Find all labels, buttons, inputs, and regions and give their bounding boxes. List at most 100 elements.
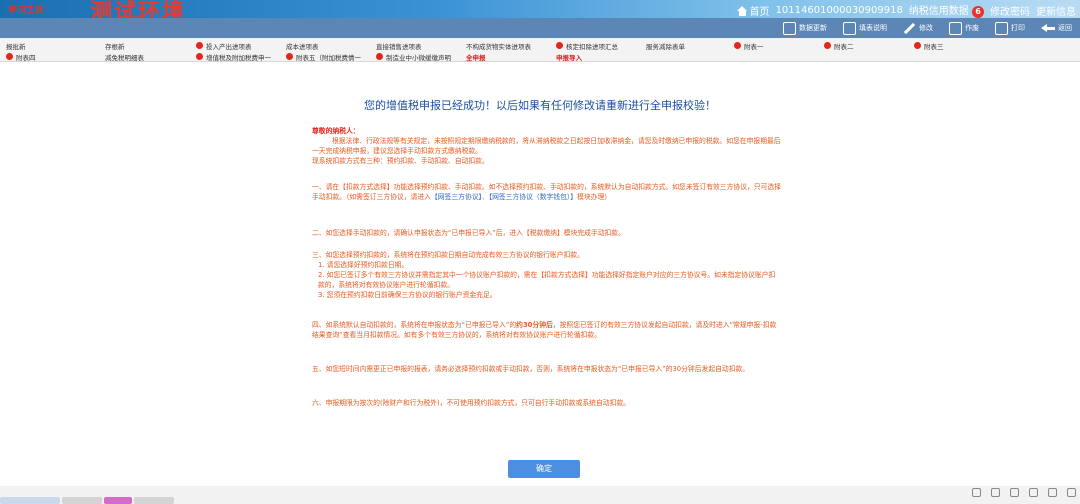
change-password-link[interactable]: 修改密码 (990, 3, 1030, 18)
home-label: 首页 (749, 6, 770, 18)
tab-label: 附表四 (16, 53, 36, 62)
home-link[interactable]: 首页 (736, 3, 770, 18)
taskbar-item[interactable] (62, 497, 102, 504)
fill-instructions-label: 填表说明 (859, 24, 887, 32)
tab-service-deduction[interactable]: 服务减除表单 (646, 40, 685, 51)
document-icon (843, 21, 856, 35)
required-dot-icon (6, 53, 13, 60)
fill-instructions-button[interactable]: 填表说明 (835, 18, 895, 38)
pen-icon (903, 22, 916, 35)
e-sign-agreement-link[interactable]: 【网签三方协议】 (431, 193, 482, 201)
print-button[interactable]: 打印 (987, 18, 1033, 38)
tab-label: 附表二 (834, 42, 854, 51)
tab-label: 附表一 (744, 42, 764, 51)
tab-full-declaration[interactable]: 全申报 (466, 51, 486, 62)
confirm-button[interactable]: 确定 (508, 460, 580, 478)
tab-label: 报批新 (6, 42, 26, 51)
taxpayer-id: 10114601000030909918 (775, 4, 903, 16)
taskbar-item[interactable] (134, 497, 174, 504)
notice-paragraph-4-2: 2. 如您已签订多个有效三方协议并需指定其中一个协议账户扣款的，需在【扣款方式选… (318, 271, 776, 289)
e-sign-agreement-wallet-link[interactable]: 【网签三方协议（数字钱包）】 (489, 193, 577, 201)
brand-small-logo: 学习工具 (8, 6, 45, 16)
home-icon (736, 5, 748, 16)
top-banner: 学习工具 测试环境 首页 10114601000030909918 纳税信用数据… (0, 0, 1080, 25)
toolbar: 数据更新 填表说明 修改 作废 打印 返回 (0, 18, 1080, 38)
tab-schedule-4[interactable]: 附表四 (6, 51, 36, 62)
notification-badge: 6 (972, 6, 984, 18)
notice-paragraph-4-3: 3. 您须在预约扣款日前确保三方协议的银行账户资金充足。 (318, 291, 497, 299)
required-dot-icon (376, 53, 383, 60)
tab-cost-input[interactable]: 成本进项表 (286, 40, 319, 51)
tab-schedule-3[interactable]: 附表三 (914, 40, 944, 51)
notice-paragraph-2-sep: 、 (481, 193, 489, 201)
refresh-icon (783, 21, 796, 35)
tray-volume-icon[interactable] (1029, 487, 1038, 497)
tab-label: 直接销售进项表 (376, 42, 422, 51)
form-tab-grid: 报批新 存根新 投入产出进项表 成本进项表 直接销售进项表 不构成货物实体进项表… (0, 38, 1080, 62)
required-dot-icon (196, 53, 203, 60)
taskbar-item[interactable] (104, 497, 132, 504)
tab-label: 成本进项表 (286, 42, 319, 51)
void-button[interactable]: 作废 (941, 18, 987, 38)
tray-screen-icon[interactable] (991, 487, 1000, 497)
tab-label: 增值税及附加税费申一 (206, 53, 271, 62)
tab-schedule-2[interactable]: 附表二 (824, 40, 854, 51)
notice-block-2: 一、请在【扣款方式选择】功能选择预约扣款、手动扣款。如不选择预约扣款、手动扣款的… (312, 182, 782, 202)
printer-icon (995, 21, 1008, 35)
tray-more-icon[interactable] (1067, 487, 1076, 497)
required-dot-icon (824, 42, 831, 49)
tab-direct-sales-input[interactable]: 直接销售进项表 (376, 40, 422, 51)
tab-declaration-import[interactable]: 申报导入 (556, 51, 582, 62)
tray-settings-icon[interactable] (972, 487, 981, 497)
tab-tax-exemption[interactable]: 减免税明细表 (105, 51, 144, 62)
tab-label: 附表五（附加税费情一 (296, 53, 361, 62)
notice-block-1: 尊敬的纳税人： 根据法律、行政法规等有关规定，未按照规定期限缴纳税款的，将从滞纳… (312, 126, 782, 166)
main-content: 您的增值税申报已经成功！以后如果有任何修改请重新进行全申报校验！ 尊敬的纳税人：… (0, 62, 1080, 478)
system-tray (972, 486, 1076, 498)
top-right-menu: 首页 10114601000030909918 纳税信用数据 6 修改密码 更新… (736, 2, 1076, 18)
required-dot-icon (196, 42, 203, 49)
tab-schedule-5[interactable]: 附表五（附加税费情一 (286, 51, 361, 62)
back-arrow-icon (1041, 22, 1055, 34)
tab-label: 申报导入 (556, 53, 582, 62)
update-info-link[interactable]: 更新信息 (1036, 3, 1076, 18)
tab-label: 减免税明细表 (105, 53, 144, 62)
tab-schedule-1[interactable]: 附表一 (734, 40, 764, 51)
tab-sme-deferral[interactable]: 制造业中小微缓缴声明 (376, 51, 451, 62)
back-button[interactable]: 返回 (1033, 18, 1080, 38)
data-refresh-button[interactable]: 数据更新 (775, 18, 835, 38)
user-menu[interactable]: 纳税信用数据 6 (909, 2, 984, 18)
notice-paragraph-1b: 现系统扣款方式有三种：预约扣款、手动扣款、自动扣款。 (312, 157, 489, 165)
required-dot-icon (556, 42, 563, 49)
tray-trash-icon[interactable] (1010, 487, 1019, 497)
data-refresh-label: 数据更新 (799, 24, 827, 32)
void-label: 作废 (965, 24, 979, 32)
tray-window-icon[interactable] (1048, 487, 1057, 497)
required-dot-icon (734, 42, 741, 49)
user-name: 纳税信用数据 (908, 6, 969, 17)
tab-label: 服务减除表单 (646, 42, 685, 51)
edit-label: 修改 (919, 24, 933, 32)
tab-stub-new[interactable]: 存根新 (105, 40, 125, 51)
notice-paragraph-1: 根据法律、行政法规等有关规定，未按照规定期限缴纳税款的，将从滞纳税款之日起按日加… (312, 137, 781, 155)
tab-deduction-summary[interactable]: 核定扣除进项汇总 (556, 40, 618, 51)
notice-paragraph-4: 三、如您选择预约扣款的，系统将在预约扣款日期自动完成有效三方协议的银行账户扣款。 (312, 251, 584, 259)
void-icon (949, 21, 962, 35)
tab-label: 制造业中小微缓缴声明 (386, 53, 451, 62)
tab-label: 核定扣除进项汇总 (566, 42, 618, 51)
tab-vat-main-form[interactable]: 增值税及附加税费申一 (196, 51, 271, 62)
notice-paragraph-7: 六、申报期限为按次的(除财产和行为税外)，不可使用预约扣款方式，只可自行手动扣款… (312, 399, 630, 407)
tab-non-entity-input[interactable]: 不构成货物实体进项表 (466, 40, 531, 51)
os-taskbar (0, 497, 260, 504)
notice-paragraph-5a: 四、如系统默认自动扣款的，系统将在申报状态为“已申报已导入”的 (312, 321, 517, 329)
tab-report-new[interactable]: 报批新 (6, 40, 26, 51)
required-dot-icon (286, 53, 293, 60)
taskbar-item[interactable] (0, 497, 60, 504)
tab-input-output[interactable]: 投入产出进项表 (196, 40, 252, 51)
app-window: 学习工具 测试环境 首页 10114601000030909918 纳税信用数据… (0, 0, 1080, 504)
success-title: 您的增值税申报已经成功！以后如果有任何修改请重新进行全申报校验！ (364, 99, 716, 112)
tab-label: 投入产出进项表 (206, 42, 252, 51)
notice-paragraph-2-end: 模块办理） (577, 193, 612, 201)
print-label: 打印 (1011, 24, 1025, 32)
edit-button[interactable]: 修改 (895, 18, 941, 38)
